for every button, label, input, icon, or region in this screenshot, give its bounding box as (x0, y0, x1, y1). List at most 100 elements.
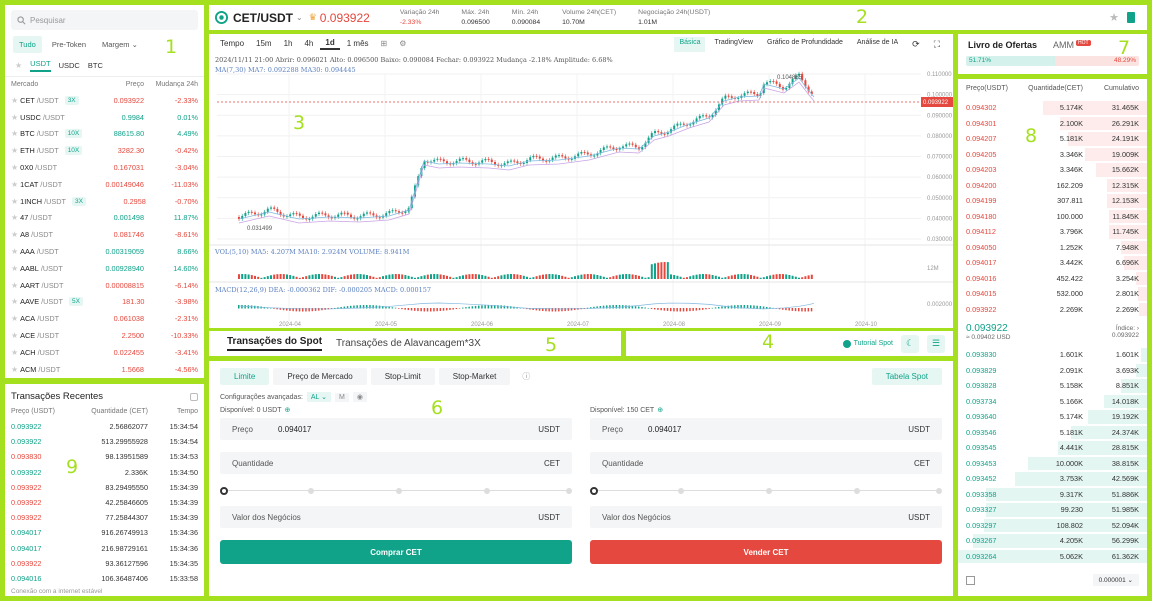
add-funds-icon[interactable]: ⊕ (657, 406, 663, 414)
price-chart[interactable]: 0.1100000.1000000.0900000.0800000.070000… (209, 34, 953, 328)
tab-spot[interactable]: Transações do Spot (227, 336, 323, 351)
bid-row[interactable]: 0.093267 4.205K 56.299K (958, 533, 1147, 549)
quote-usdt[interactable]: USDT (30, 59, 51, 72)
ask-row[interactable]: 0.094112 3.796K 11.745K (958, 224, 1147, 240)
sell-price-field[interactable]: Preço 0.094017 USDT (590, 418, 942, 440)
ask-row[interactable]: 0.094016 452.422 3.254K (958, 271, 1147, 287)
bid-row[interactable]: 0.093452 3.753K 42.569K (958, 471, 1147, 487)
favorite-star-icon[interactable]: ★ (11, 230, 18, 239)
advanced-select[interactable]: AL ⌄ (306, 392, 332, 402)
add-funds-icon[interactable]: ⊕ (284, 406, 290, 414)
tab-pre-token[interactable]: Pre-Token (46, 36, 92, 53)
buy-price-field[interactable]: Preço 0.094017 USDT (220, 418, 572, 440)
bid-row[interactable]: 0.093640 5.174K 19.192K (958, 409, 1147, 425)
ask-row[interactable]: 0.094205 3.346K 19.009K (958, 147, 1147, 163)
index-price[interactable]: Índice: › 0.093922 (1112, 325, 1139, 339)
market-row[interactable]: ★ ETH/USDT 10X 3282.30 -0.42% (5, 142, 204, 159)
ask-row[interactable]: 0.094302 5.174K 31.465K (958, 100, 1147, 116)
recent-trades-checkbox[interactable] (190, 393, 198, 401)
sell-percent-slider[interactable] (590, 486, 942, 496)
favorite-star-icon[interactable]: ★ (1109, 11, 1119, 24)
bid-row[interactable]: 0.093828 5.158K 8.851K (958, 378, 1147, 394)
sell-button[interactable]: Vender CET (590, 540, 942, 564)
tab-margin-trading[interactable]: Transações de Alavancagem*3X (336, 338, 481, 349)
favorite-star-icon[interactable]: ★ (11, 331, 18, 340)
tab-amm[interactable]: AMM HOT (1053, 40, 1091, 50)
market-row[interactable]: ★ CET/USDT 3X 0.093922 -2.33% (5, 92, 204, 109)
market-row[interactable]: ★ ACM/USDT 1.5668 -4.56% (5, 361, 204, 378)
bid-row[interactable]: 0.093545 4.441K 28.815K (958, 440, 1147, 456)
favorite-star-icon[interactable]: ★ (11, 197, 18, 206)
market-row[interactable]: ★ 1CAT/USDT 0.00149046 -11.03% (5, 176, 204, 193)
market-row[interactable]: ★ 47/USDT 0.001498 11.87% (5, 210, 204, 227)
order-type-stop-limit[interactable]: Stop-Limit (370, 368, 435, 385)
bid-row[interactable]: 0.093829 2.091K 3.693K (958, 363, 1147, 379)
order-type-market[interactable]: Preço de Mercado (273, 368, 367, 385)
ask-row[interactable]: 0.094301 2.100K 26.291K (958, 116, 1147, 132)
market-row[interactable]: ★ 0X0/USDT 0.167031 -3.04% (5, 159, 204, 176)
favorite-star-icon[interactable]: ★ (11, 348, 18, 357)
precision-select[interactable]: 0.000001 ⌄ (1092, 574, 1139, 586)
quote-btc[interactable]: BTC (88, 61, 103, 70)
favorite-star-icon[interactable]: ★ (11, 281, 18, 290)
bid-row[interactable]: 0.093546 5.181K 24.374K (958, 425, 1147, 441)
chevron-down-icon[interactable]: ⌄ (296, 13, 303, 22)
eye-icon[interactable]: ◉ (352, 392, 367, 402)
buy-percent-slider[interactable] (220, 486, 572, 496)
market-row[interactable]: ★ ACA/USDT 0.061038 -2.31% (5, 310, 204, 327)
ask-row[interactable]: 0.094050 1.252K 7.948K (958, 240, 1147, 256)
tab-margin[interactable]: Margem ⌄ (96, 36, 144, 53)
bid-row[interactable]: 0.093453 10.000K 38.815K (958, 456, 1147, 472)
favorite-star-icon[interactable]: ★ (11, 180, 18, 189)
spot-table-button[interactable]: Tabela Spot (871, 368, 942, 385)
favorite-star-icon[interactable]: ★ (11, 314, 18, 323)
price-column-header[interactable]: Preço (82, 81, 144, 88)
sell-total-field[interactable]: Valor dos Negócios USDT (590, 506, 942, 528)
info-icon[interactable]: ⓘ (514, 371, 538, 382)
bid-row[interactable]: 0.093358 9.317K 51.886K (958, 487, 1147, 503)
market-row[interactable]: ★ A8/USDT 0.081746 -8.61% (5, 226, 204, 243)
favorite-star-icon[interactable]: ★ (11, 113, 18, 122)
ask-row[interactable]: 0.093922 2.269K 2.269K (958, 302, 1147, 318)
pair-selector[interactable]: CET/USDT (233, 11, 293, 25)
tab-all[interactable]: Tudo (13, 36, 42, 53)
ask-row[interactable]: 0.094017 3.442K 6.696K (958, 255, 1147, 271)
favorite-star-icon[interactable]: ★ (11, 146, 18, 155)
ask-row[interactable]: 0.094200 162.209 12.315K (958, 178, 1147, 194)
market-row[interactable]: ★ AABL/USDT 0.00928940 14.60% (5, 260, 204, 277)
market-row[interactable]: ★ AAVE/USDT 5X 181.30 -3.98% (5, 294, 204, 311)
market-search-input[interactable]: Pesquisar (11, 10, 198, 30)
favorite-star-icon[interactable]: ★ (11, 96, 18, 105)
ask-row[interactable]: 0.094180 100.000 11.845K (958, 209, 1147, 225)
market-row[interactable]: ★ BTC/USDT 10X 88615.80 4.49% (5, 126, 204, 143)
theme-moon-icon[interactable]: ☾ (901, 334, 919, 353)
favorite-star-icon[interactable]: ★ (11, 213, 18, 222)
bid-row[interactable]: 0.093734 5.166K 14.018K (958, 394, 1147, 410)
book-icon[interactable] (1127, 12, 1135, 23)
market-row[interactable]: ★ ACE/USDT 2.2500 -10.33% (5, 327, 204, 344)
favorite-star-icon[interactable]: ★ (11, 163, 18, 172)
bid-row[interactable]: 0.093264 5.062K 61.362K (958, 549, 1147, 565)
sell-quantity-field[interactable]: Quantidade CET (590, 452, 942, 474)
tab-orderbook[interactable]: Livro de Ofertas (968, 40, 1037, 50)
layout-settings-icon[interactable]: ☰ (927, 334, 945, 353)
ask-row[interactable]: 0.094199 307.811 12.153K (958, 193, 1147, 209)
tutorial-link[interactable]: Tutorial Spot (842, 339, 893, 348)
market-row[interactable]: ★ 1INCH/USDT 3X 0.2958 -0.70% (5, 193, 204, 210)
market-row[interactable]: ★ AART/USDT 0.00008815 -6.14% (5, 277, 204, 294)
favorite-star-icon[interactable]: ★ (11, 365, 18, 374)
ask-row[interactable]: 0.094207 5.181K 24.191K (958, 131, 1147, 147)
favorite-star-icon[interactable]: ★ (11, 297, 18, 306)
order-type-stop-market[interactable]: Stop-Market (438, 368, 511, 385)
buy-total-field[interactable]: Valor dos Negócios USDT (220, 506, 572, 528)
market-row[interactable]: ★ ACH/USDT 0.022455 -3.41% (5, 344, 204, 361)
ask-row[interactable]: 0.094015 532.000 2.801K (958, 286, 1147, 302)
favorite-star-icon[interactable]: ★ (11, 264, 18, 273)
ask-row[interactable]: 0.094203 3.346K 15.662K (958, 162, 1147, 178)
buy-button[interactable]: Comprar CET (220, 540, 572, 564)
bid-row[interactable]: 0.093327 99.230 51.985K (958, 502, 1147, 518)
market-row[interactable]: ★ USDC/USDT 0.9984 0.01% (5, 109, 204, 126)
buy-quantity-field[interactable]: Quantidade CET (220, 452, 572, 474)
change-column-header[interactable]: Mudança 24h (144, 81, 198, 88)
favorites-star-icon[interactable]: ★ (15, 61, 22, 70)
